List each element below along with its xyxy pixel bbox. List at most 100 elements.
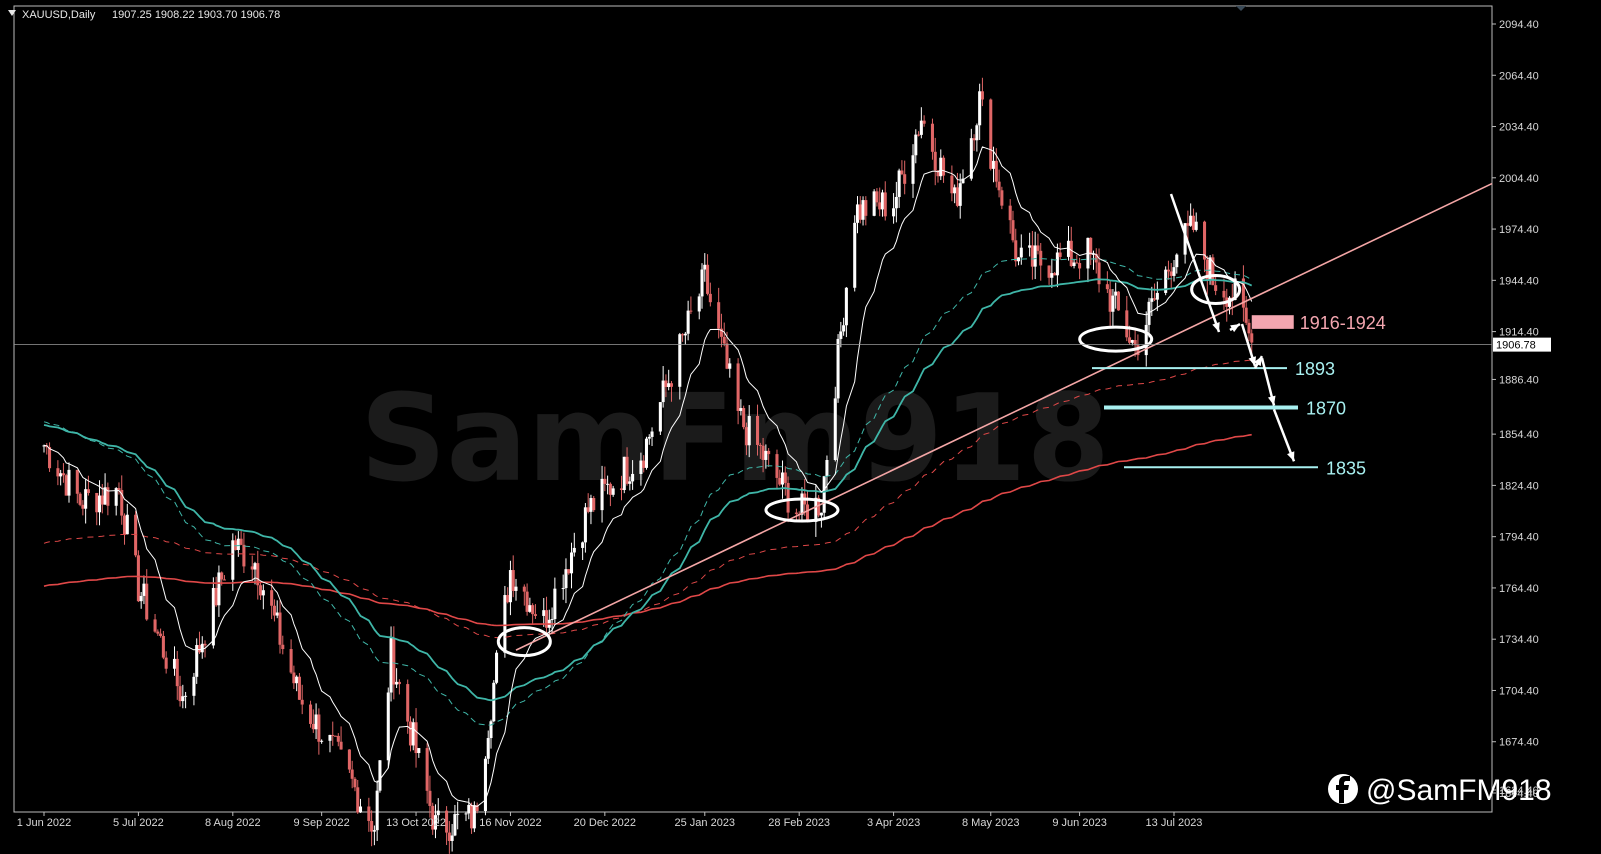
candle-body	[503, 595, 507, 653]
candle-body	[311, 723, 315, 730]
candle-body	[231, 540, 235, 580]
x-tick-label: 8 May 2023	[962, 817, 1019, 829]
x-tick-label: 13 Oct 2022	[386, 817, 446, 829]
candle-body	[767, 450, 771, 455]
candle-body	[506, 595, 510, 603]
candle-body	[139, 595, 143, 602]
candle-body	[975, 125, 979, 141]
candle-body	[56, 468, 60, 477]
candle-body	[281, 644, 285, 650]
y-tick-label: 1914.40	[1499, 327, 1539, 339]
candle-body	[192, 676, 196, 696]
candle-body	[136, 555, 140, 602]
candle-body	[1000, 190, 1004, 206]
candle-body	[1016, 257, 1021, 262]
x-tick-label: 8 Aug 2022	[205, 817, 261, 829]
resistance-zone-label: 1916-1924	[1300, 313, 1386, 333]
candle-body	[367, 806, 371, 821]
chart-window[interactable]: SamFm918 1906.78 1916-1924 1893 1870 1835 20…	[0, 0, 1601, 854]
candle-body	[980, 91, 984, 100]
candle-body	[911, 155, 915, 184]
y-tick-label: 1734.40	[1499, 634, 1539, 646]
candle-body	[525, 591, 529, 612]
candle-body	[86, 489, 90, 493]
x-tick-label: 25 Jan 2023	[675, 817, 736, 829]
candle-body	[1014, 240, 1018, 262]
candle-body	[372, 830, 376, 832]
candle-body	[858, 204, 862, 220]
candle-body	[1189, 215, 1193, 226]
candle-body	[997, 181, 1001, 191]
candle-body	[408, 721, 413, 746]
candle-body	[178, 686, 182, 702]
candle-body	[242, 544, 246, 567]
candle-body	[805, 504, 810, 522]
candle-body	[592, 498, 596, 511]
credit-handle: @SamFM918	[1366, 774, 1552, 807]
candle-body	[608, 483, 612, 495]
candle-body	[1128, 337, 1132, 343]
candle-body	[650, 431, 654, 437]
candle-body	[492, 682, 496, 722]
y-tick-label: 2064.40	[1499, 70, 1539, 82]
candle-body	[1130, 340, 1134, 343]
candle-body	[395, 681, 399, 685]
candle-body	[300, 699, 304, 705]
y-tick-label: 2034.40	[1499, 122, 1539, 134]
candle-body	[903, 174, 907, 184]
candle-body	[350, 769, 354, 779]
candle-body	[81, 504, 85, 509]
candle-body	[736, 363, 740, 411]
candle-body	[1175, 254, 1179, 268]
candle-body	[1194, 221, 1198, 230]
candle-body	[59, 473, 63, 477]
x-tick-label: 9 Jun 2023	[1052, 817, 1106, 829]
candle-body	[259, 585, 263, 596]
candle-body	[222, 579, 226, 581]
candle-body	[1114, 291, 1118, 296]
price-chart[interactable]: SamFm918 1906.78 1916-1924 1893 1870 1835 20…	[0, 0, 1601, 854]
candle-body	[622, 456, 626, 491]
candle-body	[589, 498, 593, 512]
y-tick-label: 2004.40	[1499, 173, 1539, 185]
y-tick-label: 1854.40	[1499, 429, 1539, 441]
candle-body	[989, 99, 993, 169]
candle-body	[855, 204, 860, 223]
candle-body	[239, 538, 243, 545]
candle-body	[919, 120, 923, 135]
candle-body	[389, 638, 393, 693]
candle-body	[681, 334, 685, 336]
candle-body	[486, 738, 490, 759]
candle-body	[894, 196, 898, 209]
candle-body	[1055, 252, 1059, 276]
candle-body	[1203, 221, 1207, 260]
y-tick-label: 1704.40	[1499, 685, 1539, 697]
candle-body	[142, 583, 146, 596]
candle-body	[619, 488, 624, 491]
candle-body	[234, 540, 238, 551]
candle-body	[917, 134, 921, 136]
candle-body	[1214, 285, 1218, 291]
candle-body	[1244, 307, 1248, 323]
candle-body	[450, 835, 454, 841]
candle-body	[569, 552, 574, 574]
candle-body	[370, 820, 374, 832]
candle-body	[508, 570, 512, 603]
candle-body	[875, 191, 879, 203]
candle-body	[1172, 267, 1176, 276]
candle-body	[67, 469, 71, 496]
candle-body	[1036, 245, 1040, 251]
candle-body	[839, 331, 843, 339]
candle-body	[625, 456, 629, 484]
candle-body	[533, 614, 537, 616]
candle-body	[586, 507, 590, 512]
candle-body	[892, 208, 896, 217]
candle-body	[978, 91, 982, 126]
candle-body	[489, 721, 493, 739]
candle-body	[392, 638, 396, 685]
y-tick-label: 1944.40	[1499, 275, 1539, 287]
candle-body	[545, 610, 549, 628]
candle-body	[706, 264, 710, 294]
candle-body	[764, 450, 768, 460]
candle-body	[697, 296, 701, 312]
